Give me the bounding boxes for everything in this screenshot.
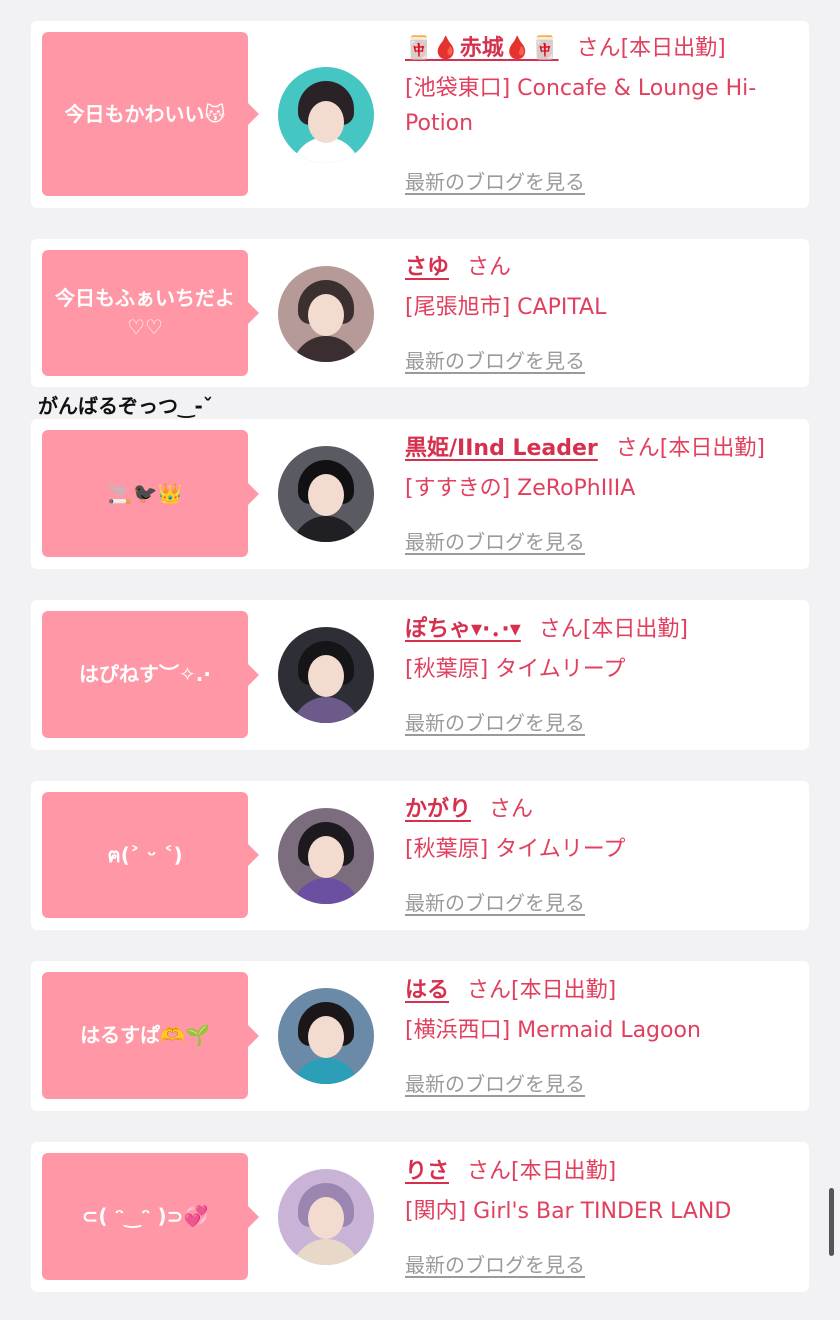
shop-name: [池袋東口] Concafe & Lounge Hi-Potion <box>405 76 757 136</box>
latest-blog-link[interactable]: 最新のブログを見る <box>405 887 585 916</box>
latest-blog-link[interactable]: 最新のブログを見る <box>405 526 585 555</box>
cast-name-link[interactable]: 黒姫/IInd Leader <box>405 436 598 461</box>
comment-bubble: ฅ(˃ ᵕ ˂) <box>42 792 259 918</box>
cast-card: ฅ(˃ ᵕ ˂) かがり さん [秋葉原] タイムリープ 最新のブログを見る <box>31 781 809 930</box>
cast-name-link[interactable]: かがり <box>405 797 471 822</box>
honorific: さん <box>615 436 660 461</box>
shop-name: [尾張旭市] CAPITAL <box>405 295 607 320</box>
honorific: さん <box>467 1159 512 1184</box>
honorific: さん <box>467 978 512 1003</box>
avatar[interactable] <box>278 67 374 163</box>
comment-bubble: はぴねす︶✧.· <box>42 611 259 738</box>
avatar[interactable] <box>278 1169 374 1265</box>
shop-name: [関内] Girl's Bar TINDER LAND <box>405 1199 732 1224</box>
scrollbar[interactable] <box>829 1188 834 1256</box>
cast-info: 黒姫/IInd Leader さん[本日出勤] [すすきの] ZeRoPhIIIA <box>405 433 795 506</box>
cast-card: 今日もふぁいちだよ♡♡ さゆ さん [尾張旭市] CAPITAL 最新のブログを見… <box>31 239 809 387</box>
status-badge: [本日出勤] <box>511 978 617 1003</box>
cast-card: はるすぱ🫶🌱 はる さん[本日出勤] [横浜西口] Mermaid Lagoon … <box>31 961 809 1111</box>
avatar[interactable] <box>278 808 374 904</box>
comment-bubble: 🚬🐦‍⬛👑 <box>42 430 259 557</box>
cast-name-link[interactable]: ぽちゃ▾·．·▾ <box>405 617 521 642</box>
cast-card: 🚬🐦‍⬛👑 黒姫/IInd Leader さん[本日出勤] [すすきの] ZeRo… <box>31 419 809 569</box>
comment-bubble: はるすぱ🫶🌱 <box>42 972 259 1099</box>
cast-info: はる さん[本日出勤] [横浜西口] Mermaid Lagoon <box>405 975 795 1048</box>
status-badge: [本日出勤] <box>620 36 726 61</box>
comment-bubble: 今日もかわいい😽 <box>42 32 259 196</box>
shop-name: [秋葉原] タイムリープ <box>405 837 626 862</box>
cast-info: かがり さん [秋葉原] タイムリープ <box>405 794 795 867</box>
cast-info: さゆ さん [尾張旭市] CAPITAL <box>405 252 795 325</box>
cast-name-link[interactable]: はる <box>405 978 449 1003</box>
avatar[interactable] <box>278 988 374 1084</box>
honorific: さん <box>538 617 583 642</box>
cast-name-link[interactable]: 🀄🩸赤城🩸🀄 <box>405 36 559 61</box>
latest-blog-link[interactable]: 最新のブログを見る <box>405 166 585 195</box>
latest-blog-link[interactable]: 最新のブログを見る <box>405 1068 585 1097</box>
cast-name-link[interactable]: りさ <box>405 1159 449 1184</box>
cast-name-link[interactable]: さゆ <box>405 255 449 280</box>
honorific: さん <box>467 255 512 280</box>
latest-blog-link[interactable]: 最新のブログを見る <box>405 1249 585 1278</box>
cast-info: ぽちゃ▾·．·▾ さん[本日出勤] [秋葉原] タイムリープ <box>405 614 795 687</box>
cast-info: 🀄🩸赤城🩸🀄 さん[本日出勤] [池袋東口] Concafe & Lounge H… <box>405 33 795 141</box>
cast-card: はぴねす︶✧.· ぽちゃ▾·．·▾ さん[本日出勤] [秋葉原] タイムリープ 最… <box>31 600 809 750</box>
cast-card: ⊂( ᵔ‿ᵔ )⊃💞 りさ さん[本日出勤] [関内] Girl's Bar TI… <box>31 1142 809 1292</box>
cast-info: りさ さん[本日出勤] [関内] Girl's Bar TINDER LAND <box>405 1156 795 1229</box>
status-badge: [本日出勤] <box>582 617 688 642</box>
honorific: さん <box>489 797 534 822</box>
latest-blog-link[interactable]: 最新のブログを見る <box>405 707 585 736</box>
avatar[interactable] <box>278 266 374 362</box>
avatar[interactable] <box>278 446 374 542</box>
comment-bubble: 今日もふぁいちだよ♡♡ <box>42 250 259 376</box>
status-badge: [本日出勤] <box>511 1159 617 1184</box>
avatar[interactable] <box>278 627 374 723</box>
honorific: さん <box>576 36 621 61</box>
status-badge: [本日出勤] <box>659 436 765 461</box>
overflow-comment-text: がんばるぞっつ‿-ˇ <box>38 394 213 418</box>
latest-blog-link[interactable]: 最新のブログを見る <box>405 345 585 374</box>
comment-bubble: ⊂( ᵔ‿ᵔ )⊃💞 <box>42 1153 259 1280</box>
shop-name: [秋葉原] タイムリープ <box>405 657 626 682</box>
shop-name: [すすきの] ZeRoPhIIIA <box>405 476 636 501</box>
shop-name: [横浜西口] Mermaid Lagoon <box>405 1018 701 1043</box>
cast-card: 今日もかわいい😽 🀄🩸赤城🩸🀄 さん[本日出勤] [池袋東口] Concafe &… <box>31 21 809 208</box>
